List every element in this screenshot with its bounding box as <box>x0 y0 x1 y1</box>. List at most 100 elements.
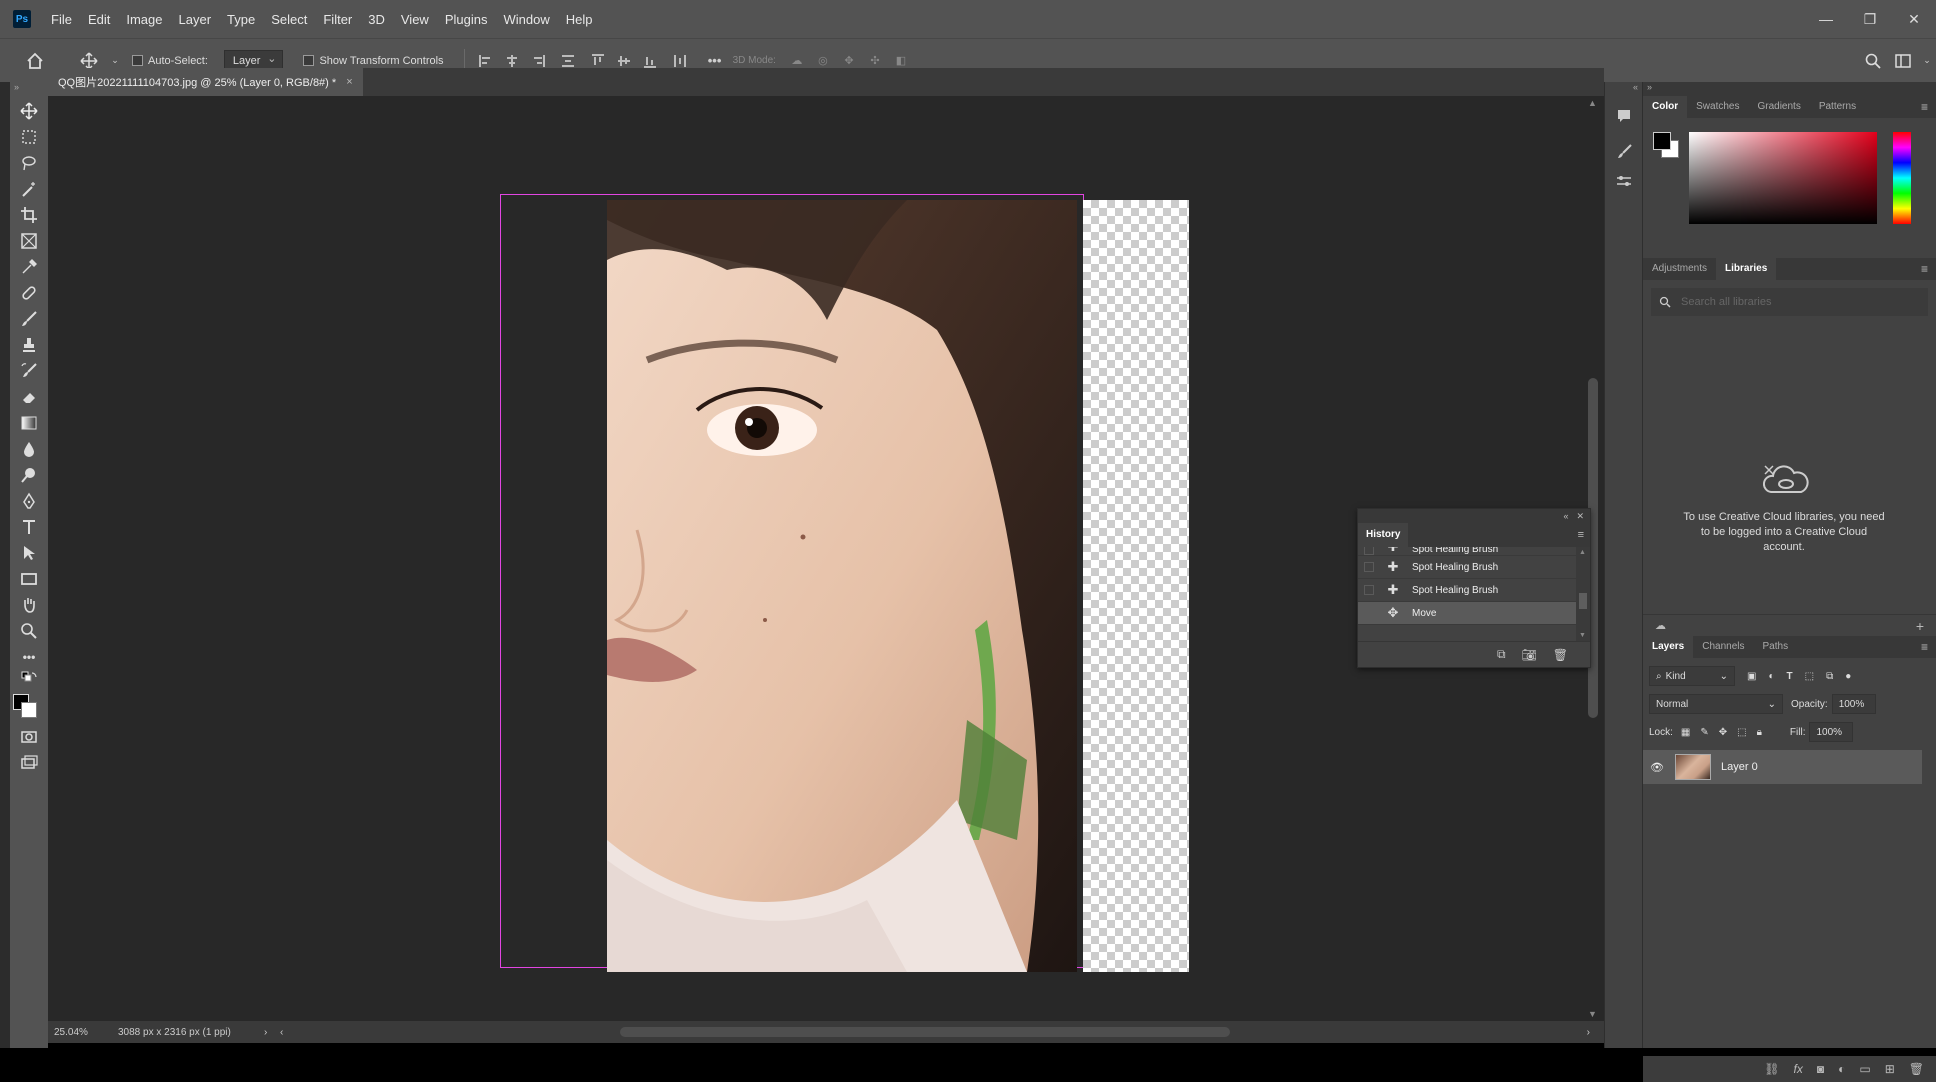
marquee-tool-icon[interactable] <box>10 124 48 150</box>
history-item[interactable]: ✚ Spot Healing Brush <box>1358 547 1576 556</box>
blend-mode-select[interactable]: Normal ⌄ <box>1649 694 1783 714</box>
lock-position-icon[interactable]: ✥ <box>1719 727 1727 738</box>
menu-plugins[interactable]: Plugins <box>437 12 496 27</box>
color-panel-menu-icon[interactable]: ≡ <box>1921 100 1928 114</box>
minimize-button[interactable]: — <box>1804 11 1848 27</box>
history-snapshot-box[interactable] <box>1364 585 1374 595</box>
collapse-toolbar-icon[interactable]: » <box>10 82 48 98</box>
zoom-level[interactable]: 25.04% <box>48 1027 118 1038</box>
menu-window[interactable]: Window <box>495 12 557 27</box>
add-mask-icon[interactable]: ◙ <box>1817 1062 1824 1076</box>
zoom-tool-icon[interactable] <box>10 618 48 644</box>
scroll-down-icon[interactable]: ▼ <box>1588 1009 1597 1019</box>
history-item[interactable]: ✚ Spot Healing Brush <box>1358 579 1576 602</box>
history-scrollbar[interactable]: ▲ ▼ <box>1576 547 1590 641</box>
hue-slider[interactable] <box>1893 132 1911 224</box>
color-picker-field[interactable] <box>1689 132 1877 224</box>
home-icon[interactable] <box>0 52 70 70</box>
menu-image[interactable]: Image <box>118 12 170 27</box>
slide-3d-icon[interactable]: ✣ <box>862 54 888 67</box>
history-snapshot-box[interactable] <box>1364 562 1374 572</box>
horizontal-scroll-thumb[interactable] <box>620 1027 1230 1037</box>
type-filter-icon[interactable]: T <box>1787 671 1793 682</box>
document-tab[interactable]: QQ图片20221111104703.jpg @ 25% (Layer 0, R… <box>48 68 363 96</box>
magic-wand-tool-icon[interactable] <box>10 176 48 202</box>
hand-tool-icon[interactable] <box>10 592 48 618</box>
orbit-3d-icon[interactable]: ☁ <box>784 54 810 67</box>
type-tool-icon[interactable] <box>10 514 48 540</box>
fg-bg-color-swatches[interactable] <box>10 688 48 724</box>
lock-artboard-icon[interactable]: ⬚ <box>1737 727 1746 738</box>
properties-icon[interactable] <box>1605 170 1642 192</box>
workspace-icon[interactable] <box>1888 53 1918 68</box>
status-menu-arrow[interactable]: › <box>264 1027 280 1038</box>
layer-name[interactable]: Layer 0 <box>1721 761 1758 773</box>
brush-tool-icon[interactable] <box>10 306 48 332</box>
lock-all-icon[interactable]: 🔒︎ <box>1757 727 1762 738</box>
collapse-panels-icon[interactable]: » <box>1643 82 1936 96</box>
history-item[interactable]: ✚ Spot Healing Brush <box>1358 556 1576 579</box>
library-search[interactable]: Search all libraries <box>1651 288 1928 316</box>
eye-icon[interactable]: 👁︎ <box>1647 761 1667 774</box>
align-left-icon[interactable] <box>473 54 499 68</box>
lock-transparency-icon[interactable]: ▦ <box>1681 727 1690 738</box>
chevron-down-icon[interactable]: ⌄ <box>108 55 122 66</box>
close-window-button[interactable]: ✕ <box>1892 11 1936 28</box>
fill-input[interactable]: 100% <box>1809 722 1854 742</box>
menu-select[interactable]: Select <box>263 12 315 27</box>
align-right-icon[interactable] <box>525 54 551 68</box>
canvas-area[interactable] <box>48 96 1582 1021</box>
menu-3d[interactable]: 3D <box>360 12 393 27</box>
close-document-icon[interactable]: × <box>346 76 352 88</box>
menu-edit[interactable]: Edit <box>80 12 118 27</box>
align-bottom-icon[interactable] <box>637 54 663 68</box>
auto-select-checkbox[interactable] <box>132 55 143 66</box>
gradient-tool-icon[interactable] <box>10 410 48 436</box>
lasso-tool-icon[interactable] <box>10 150 48 176</box>
move-tool-icon[interactable] <box>10 98 48 124</box>
workspace-chevron-icon[interactable]: ⌄ <box>1918 55 1936 66</box>
tab-channels[interactable]: Channels <box>1693 636 1753 658</box>
default-colors-icon[interactable] <box>10 670 48 688</box>
distribute-vertical-icon[interactable] <box>663 54 697 68</box>
frame-tool-icon[interactable] <box>10 228 48 254</box>
tab-patterns[interactable]: Patterns <box>1810 96 1865 118</box>
menu-filter[interactable]: Filter <box>315 12 360 27</box>
tab-adjustments[interactable]: Adjustments <box>1643 258 1716 280</box>
healing-brush-tool-icon[interactable] <box>10 280 48 306</box>
blur-tool-icon[interactable] <box>10 436 48 462</box>
more-options-button[interactable]: ••• <box>697 53 733 68</box>
menu-layer[interactable]: Layer <box>171 12 220 27</box>
smart-object-filter-icon[interactable]: ⧉ <box>1826 671 1833 682</box>
comments-icon[interactable] <box>1605 98 1642 134</box>
close-history-icon[interactable]: ✕ <box>1576 511 1584 522</box>
filter-toggle-icon[interactable]: ● <box>1845 671 1851 682</box>
adjustment-layer-icon[interactable]: ◐ <box>1838 1062 1845 1076</box>
new-document-from-state-icon[interactable]: ⧉ <box>1497 647 1506 662</box>
path-selection-tool-icon[interactable] <box>10 540 48 566</box>
scroll-up-icon[interactable]: ▲ <box>1588 98 1597 108</box>
menu-file[interactable]: File <box>43 12 80 27</box>
scroll-up-icon[interactable]: ▲ <box>1579 549 1586 556</box>
tab-layers[interactable]: Layers <box>1643 636 1694 658</box>
eraser-tool-icon[interactable] <box>10 384 48 410</box>
pan-3d-icon[interactable]: ✥ <box>836 54 862 67</box>
restore-button[interactable]: ❐ <box>1848 11 1892 28</box>
history-snapshot-box[interactable] <box>1364 547 1374 555</box>
quick-mask-icon[interactable] <box>10 724 48 750</box>
scroll-down-icon[interactable]: ▼ <box>1579 632 1586 639</box>
move-tool-preset-icon[interactable] <box>70 51 108 70</box>
collapse-history-icon[interactable]: « <box>1563 511 1568 521</box>
shape-filter-icon[interactable]: ⬚ <box>1805 671 1814 682</box>
layer-kind-filter[interactable]: ⌕ Kind ⌄ <box>1649 666 1735 686</box>
libraries-panel-menu-icon[interactable]: ≡ <box>1921 262 1928 276</box>
align-top-icon[interactable] <box>585 53 611 68</box>
pen-tool-icon[interactable] <box>10 488 48 514</box>
new-layer-icon[interactable]: ⊞ <box>1885 1062 1895 1076</box>
history-scroll-thumb[interactable] <box>1579 593 1587 609</box>
eyedropper-tool-icon[interactable] <box>10 254 48 280</box>
history-brush-tool-icon[interactable] <box>10 358 48 384</box>
tab-gradients[interactable]: Gradients <box>1748 96 1809 118</box>
lock-pixels-icon[interactable]: ✎ <box>1700 727 1708 738</box>
crop-tool-icon[interactable] <box>10 202 48 228</box>
